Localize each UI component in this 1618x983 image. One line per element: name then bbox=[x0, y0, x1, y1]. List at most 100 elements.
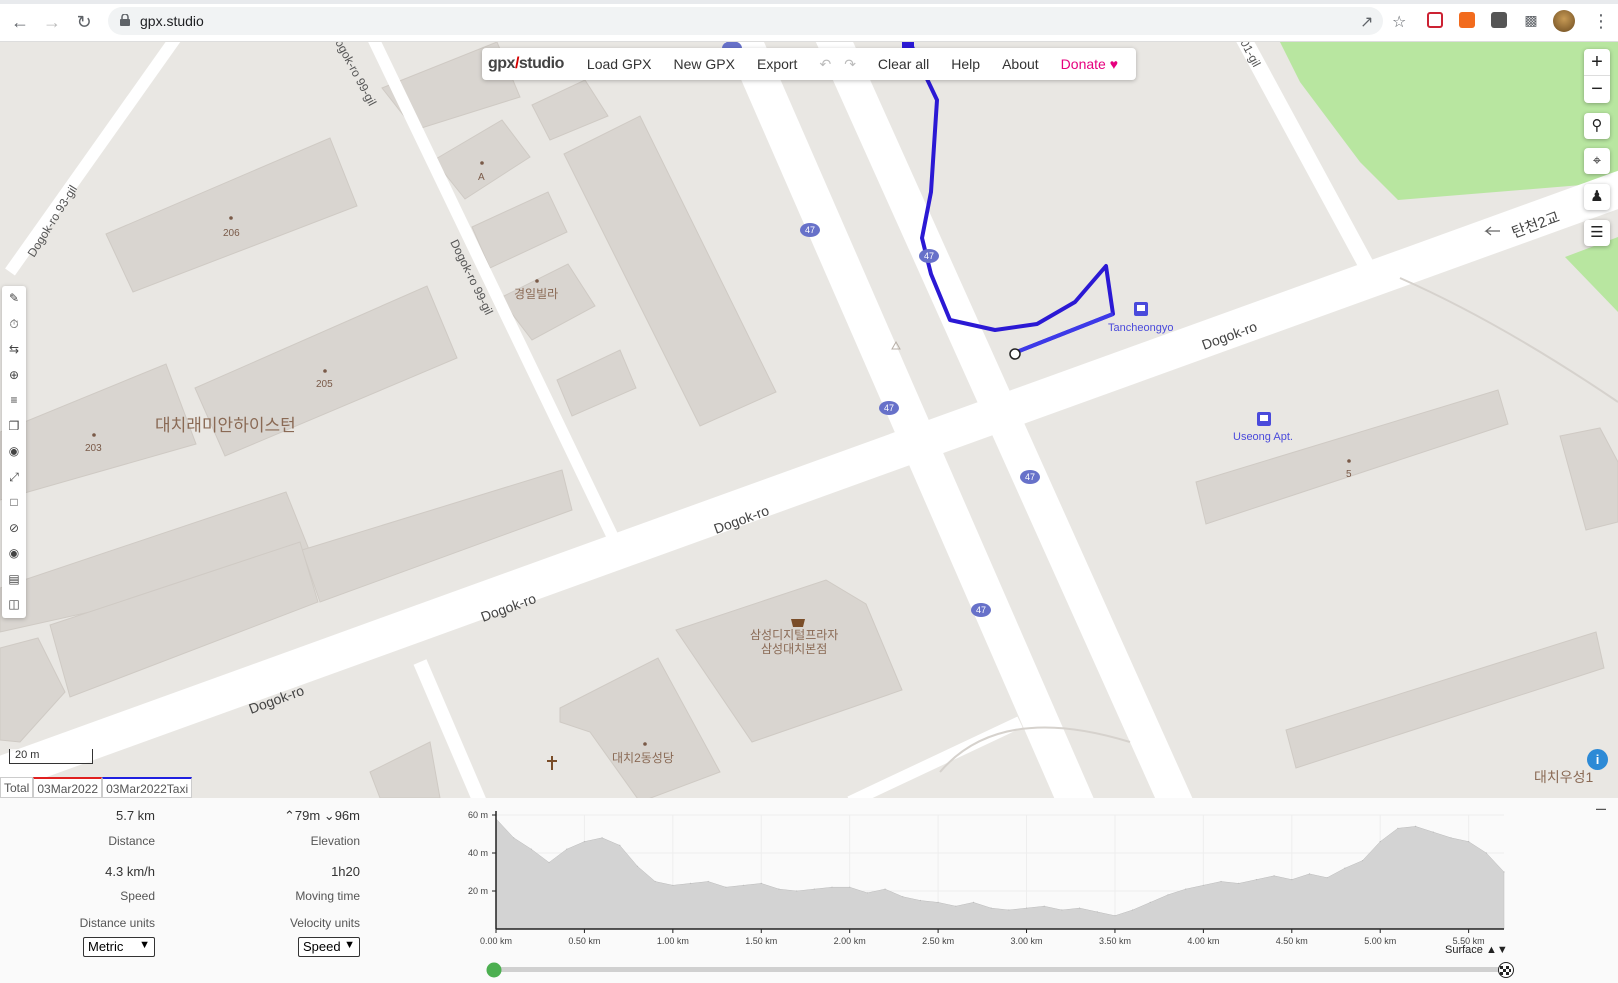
elevation-area[interactable] bbox=[495, 818, 1505, 930]
zoom-in-button[interactable]: + bbox=[1584, 49, 1610, 76]
add-circle-icon[interactable]: ⊕ bbox=[2, 363, 26, 389]
info-icon[interactable]: i bbox=[1587, 749, 1608, 770]
elevation-point bbox=[1291, 879, 1293, 881]
y-tick-label: 40 m bbox=[468, 848, 488, 858]
bus-stop-icon[interactable] bbox=[1257, 412, 1271, 426]
velocity-units-label: Velocity units bbox=[289, 916, 360, 930]
elevation-point bbox=[654, 880, 656, 883]
y-tick-label: 20 m bbox=[468, 886, 488, 896]
browser-menu-icon[interactable]: ⋮ bbox=[1592, 11, 1610, 32]
elevation-point bbox=[707, 880, 709, 883]
undo-icon[interactable]: ↶ bbox=[808, 56, 842, 73]
help-button[interactable]: Help bbox=[940, 56, 991, 72]
url-text[interactable]: gpx.studio bbox=[140, 13, 204, 29]
stopwatch-icon[interactable]: ⏱ bbox=[2, 312, 26, 338]
elevation-point bbox=[1061, 909, 1063, 911]
distance-units-select[interactable]: Metric ▼ bbox=[83, 937, 155, 957]
slider-start-handle[interactable] bbox=[486, 962, 502, 978]
park-area-2 bbox=[1565, 237, 1618, 312]
copy-icon[interactable]: ❐ bbox=[2, 414, 26, 440]
poi-dot bbox=[535, 279, 539, 283]
elevation-down: 96m bbox=[334, 808, 360, 823]
donate-button[interactable]: Donate ♥ bbox=[1050, 56, 1129, 72]
building-small-1 bbox=[531, 79, 609, 141]
locate-crosshair-icon[interactable]: ⌖ bbox=[1584, 148, 1610, 174]
pencil-edit-icon[interactable]: ✎ bbox=[2, 286, 26, 312]
tab-total[interactable]: Total bbox=[0, 777, 34, 798]
elevation-point bbox=[1273, 875, 1275, 877]
profile-avatar[interactable] bbox=[1553, 10, 1575, 32]
elevation-point bbox=[902, 896, 904, 898]
route-badge: 47 bbox=[879, 401, 899, 415]
list-icon[interactable]: ≡ bbox=[2, 388, 26, 414]
building-samsung bbox=[675, 579, 903, 743]
elevation-point bbox=[1238, 882, 1240, 884]
surface-toggle[interactable]: Surface ▲▼ bbox=[1445, 944, 1508, 956]
chevron-down-icon: ▼ bbox=[344, 939, 355, 951]
extensions-puzzle-icon[interactable]: ▩ bbox=[1523, 12, 1539, 28]
extension-gray-icon[interactable] bbox=[1491, 12, 1507, 28]
structure-icon[interactable]: ▤ bbox=[2, 567, 26, 593]
elevation-point bbox=[1485, 852, 1487, 854]
compress-icon[interactable]: ⤢ bbox=[2, 465, 26, 491]
waypoint-pin-icon[interactable]: ◉ bbox=[2, 439, 26, 465]
route-badge: 47 bbox=[1020, 470, 1040, 484]
elevation-chart[interactable]: 20 m 40 m 60 m 0.00 km 0.50 km 1.00 km 1.50 km… bbox=[440, 798, 1540, 983]
clear-all-button[interactable]: Clear all bbox=[867, 56, 940, 72]
building-lower-right bbox=[1285, 631, 1605, 769]
export-button[interactable]: Export bbox=[746, 56, 808, 72]
street-view-pegman-icon[interactable]: ♟ bbox=[1584, 184, 1610, 210]
map-svg[interactable]: 47 47 47 47 47 Dogok-ro 93-gil ogok-ro 9 bbox=[0, 42, 1618, 798]
main-toolbar: gpx/studio Load GPX New GPX Export ↶ ↷ C… bbox=[482, 48, 1136, 80]
range-slider[interactable] bbox=[484, 960, 1524, 980]
search-icon[interactable]: ⚲ bbox=[1584, 113, 1610, 139]
new-gpx-button[interactable]: New GPX bbox=[663, 56, 746, 72]
forward-icon[interactable]: → bbox=[42, 12, 62, 32]
elevation-point bbox=[513, 837, 515, 839]
elevation-point bbox=[1220, 880, 1222, 883]
descent-icon: ⌄ bbox=[323, 808, 335, 823]
elevation-point bbox=[1185, 888, 1187, 890]
x-tick-label: 2.50 km bbox=[922, 936, 954, 946]
back-icon[interactable]: ← bbox=[10, 12, 30, 32]
place-label: 삼성대치본점 bbox=[761, 642, 827, 656]
palette-icon[interactable]: ◉ bbox=[2, 541, 26, 567]
elevation-point bbox=[619, 844, 621, 846]
track-end-marker[interactable] bbox=[1009, 348, 1021, 360]
hide-eye-icon[interactable]: ⊘ bbox=[2, 516, 26, 542]
load-gpx-button[interactable]: Load GPX bbox=[576, 56, 663, 72]
extension-orange-icon[interactable] bbox=[1459, 12, 1475, 28]
collapse-panel-icon[interactable]: – bbox=[1596, 798, 1606, 819]
elevation-point bbox=[1202, 884, 1204, 886]
elevation-point bbox=[636, 865, 639, 867]
gps-track-taxi-segment[interactable] bbox=[1013, 312, 1114, 355]
redo-icon[interactable]: ↷ bbox=[842, 56, 867, 73]
trash-icon[interactable]: ◫ bbox=[2, 592, 26, 618]
x-tick-label: 1.00 km bbox=[657, 936, 689, 946]
bus-stop-label: Useong Apt. bbox=[1233, 431, 1293, 443]
bus-stop-icon[interactable] bbox=[1134, 302, 1148, 316]
x-tick-label: 5.00 km bbox=[1364, 936, 1396, 946]
tab-track-1[interactable]: 03Mar2022 bbox=[33, 777, 103, 798]
zoom-out-button[interactable]: − bbox=[1584, 76, 1610, 103]
crop-icon[interactable]: □ bbox=[2, 490, 26, 516]
share-icon[interactable]: ↗ bbox=[1360, 12, 1373, 32]
building-206 bbox=[105, 137, 358, 293]
bookmark-star-icon[interactable]: ☆ bbox=[1392, 12, 1406, 32]
layers-icon[interactable]: ☰ bbox=[1584, 220, 1610, 246]
reverse-arrows-icon[interactable]: ⇆ bbox=[2, 337, 26, 363]
elevation-point bbox=[1132, 909, 1134, 911]
extension-shield-icon[interactable] bbox=[1427, 12, 1443, 28]
address-bar[interactable]: gpx.studio ↗ ☆ bbox=[108, 7, 1406, 35]
about-button[interactable]: About bbox=[991, 56, 1050, 72]
map-canvas[interactable]: 47 47 47 47 47 Dogok-ro 93-gil ogok-ro 9 bbox=[0, 42, 1618, 798]
svg-text:47: 47 bbox=[884, 403, 894, 413]
elevation-point bbox=[955, 905, 957, 907]
velocity-units-select[interactable]: Speed ▼ bbox=[298, 937, 360, 957]
tab-track-2[interactable]: 03Mar2022Taxi bbox=[102, 777, 193, 798]
slider-end-handle[interactable] bbox=[1498, 962, 1514, 978]
reload-icon[interactable]: ↻ bbox=[74, 12, 94, 32]
elevation-label: Elevation bbox=[310, 834, 360, 848]
elevation-point bbox=[990, 907, 992, 909]
place-label: 삼성디지털프라자 bbox=[750, 628, 838, 642]
